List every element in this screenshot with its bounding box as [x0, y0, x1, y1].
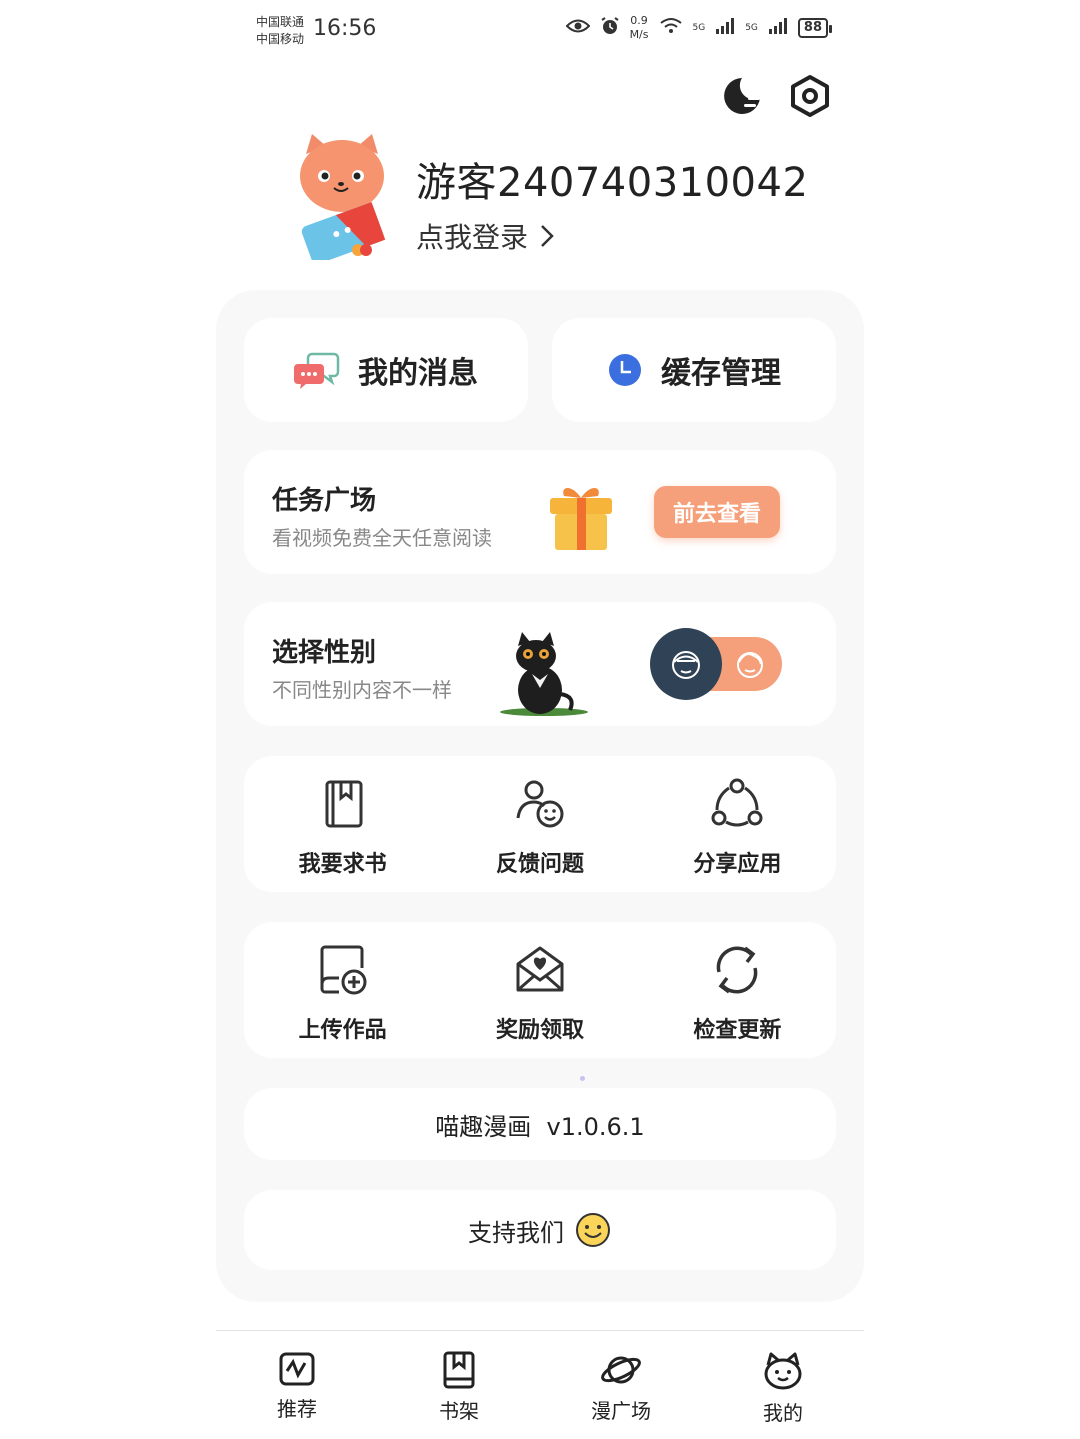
smiley-icon	[576, 1213, 610, 1247]
request-book-button[interactable]: 我要求书	[244, 756, 441, 892]
carrier-names: 中国联通 中国移动	[256, 14, 304, 48]
signal-2-label: 5G	[745, 23, 758, 33]
share-app-button[interactable]: 分享应用	[639, 756, 836, 892]
settings-button[interactable]	[788, 74, 832, 118]
tab-recommend[interactable]: 推荐	[216, 1331, 378, 1439]
chevron-right-icon	[541, 225, 554, 247]
wifi-icon	[659, 17, 683, 39]
login-label: 点我登录	[416, 221, 529, 254]
carrier-1: 中国联通	[256, 15, 305, 29]
share-icon	[711, 778, 763, 827]
check-update-label: 检查更新	[693, 1018, 782, 1043]
cat-face-icon	[764, 1352, 802, 1390]
bookshelf-icon	[443, 1351, 475, 1389]
avatar[interactable]	[296, 132, 388, 264]
upload-work-button[interactable]: 上传作品	[244, 922, 441, 1058]
clock-icon	[609, 354, 641, 386]
gender-select-subtitle: 不同性别内容不一样	[272, 678, 452, 702]
cache-management-card[interactable]: 缓存管理	[552, 318, 836, 422]
male-face-icon	[672, 651, 700, 679]
night-mode-button[interactable]	[720, 74, 764, 118]
support-us-button[interactable]: 支持我们	[244, 1190, 836, 1270]
female-face-icon	[737, 652, 763, 678]
moon-icon	[724, 78, 760, 114]
signal-bars-icon	[715, 18, 735, 38]
gender-toggle[interactable]	[650, 628, 782, 700]
status-bar: 中国联通 中国移动 16:56 0.9 M/s 5G 5G 88	[0, 0, 1080, 60]
alarm-icon	[600, 16, 620, 40]
go-view-button[interactable]: 前去查看	[654, 486, 780, 538]
recommend-icon	[279, 1352, 315, 1386]
decor-dot	[580, 1076, 585, 1081]
signal-bars-icon	[768, 18, 788, 38]
header-actions	[720, 74, 832, 118]
eye-icon	[565, 18, 590, 38]
my-messages-label: 我的消息	[358, 356, 478, 391]
bottom-tab-bar: 推荐 书架 漫广场 我的	[216, 1330, 864, 1439]
request-book-label: 我要求书	[298, 852, 387, 877]
username: 游客240740310042	[416, 160, 809, 206]
support-us-label: 支持我们	[468, 1218, 564, 1247]
tab-bookshelf-label: 书架	[439, 1399, 479, 1423]
tools-grid-row-2: 上传作品 奖励领取 检查更新	[244, 922, 836, 1058]
book-request-icon	[325, 780, 363, 828]
profile-section: 游客240740310042 点我登录	[296, 132, 856, 264]
tab-comic-plaza[interactable]: 漫广场	[540, 1331, 702, 1439]
feedback-label: 反馈问题	[495, 852, 584, 877]
system-indicators: 0.9 M/s 5G 5G 88	[565, 14, 833, 42]
tab-comic-plaza-label: 漫广场	[591, 1399, 651, 1423]
tab-mine[interactable]: 我的	[702, 1331, 864, 1439]
version-info: 喵趣漫画 v1.0.6.1	[244, 1088, 836, 1160]
carrier-2: 中国移动	[256, 32, 305, 46]
login-link[interactable]: 点我登录	[416, 216, 556, 256]
gender-toggle-knob	[650, 628, 722, 700]
upload-icon	[320, 945, 367, 995]
status-time: 16:56	[313, 16, 377, 41]
reward-mail-icon	[516, 946, 564, 992]
hexagon-settings-icon	[791, 75, 829, 117]
tab-mine-label: 我的	[763, 1401, 803, 1425]
share-app-label: 分享应用	[693, 852, 782, 877]
task-plaza-title: 任务广场	[272, 486, 377, 516]
gift-box-icon	[550, 488, 612, 550]
task-plaza-subtitle: 看视频免费全天任意阅读	[272, 526, 492, 550]
version-text: 喵趣漫画 v1.0.6.1	[435, 1112, 645, 1141]
upload-work-label: 上传作品	[298, 1018, 387, 1043]
check-update-button[interactable]: 检查更新	[639, 922, 836, 1058]
task-plaza-card: 任务广场 看视频免费全天任意阅读 前去查看	[244, 450, 836, 574]
refresh-icon	[717, 946, 758, 994]
planet-icon	[601, 1356, 641, 1384]
tab-bookshelf[interactable]: 书架	[378, 1331, 540, 1439]
black-cat-icon	[500, 632, 588, 716]
cat-avatar-icon	[300, 134, 386, 264]
menu-panel: 我的消息 缓存管理 任务广场 看视频免费全天任意阅读 前去查看 选择性别 不同性…	[216, 290, 864, 1302]
battery-indicator: 88	[797, 18, 833, 38]
chat-bubbles-icon	[294, 352, 340, 389]
feedback-icon	[516, 780, 564, 828]
reward-claim-label: 奖励领取	[495, 1018, 584, 1043]
reward-claim-button[interactable]: 奖励领取	[441, 922, 638, 1058]
cache-management-label: 缓存管理	[661, 356, 781, 391]
network-speed: 0.9 M/s	[629, 14, 649, 41]
my-messages-card[interactable]: 我的消息	[244, 318, 528, 422]
signal-1-label: 5G	[692, 23, 706, 33]
tab-recommend-label: 推荐	[277, 1397, 317, 1421]
tools-grid-row-1: 我要求书 反馈问题 分享应用	[244, 756, 836, 892]
feedback-button[interactable]: 反馈问题	[441, 756, 638, 892]
gender-select-title: 选择性别	[272, 638, 377, 668]
gender-select-card: 选择性别 不同性别内容不一样	[244, 602, 836, 726]
